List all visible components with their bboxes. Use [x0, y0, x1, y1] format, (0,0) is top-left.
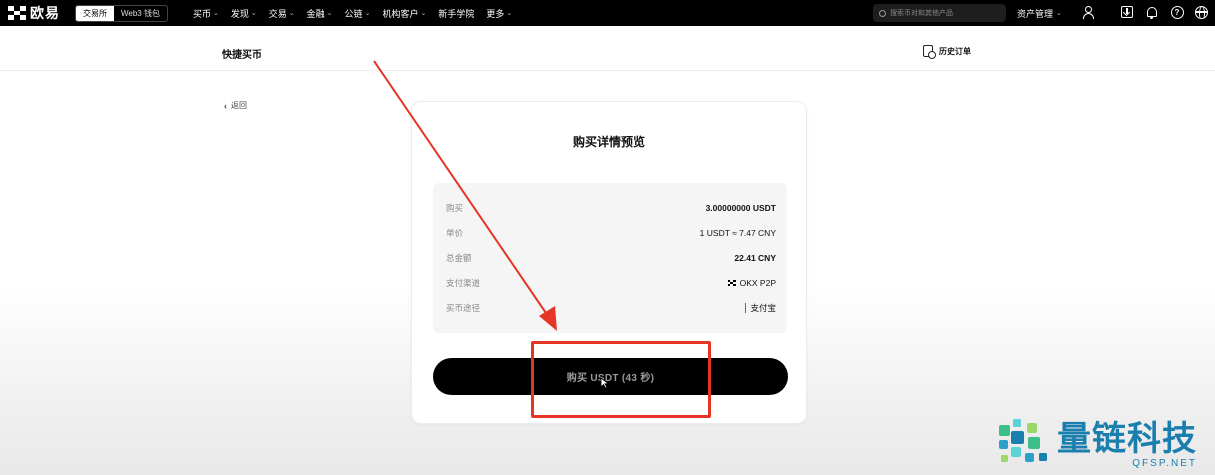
watermark-cn: 量链科技 [1057, 419, 1197, 458]
annotation-highlight-box [531, 341, 711, 418]
watermark-logo-icon [999, 419, 1047, 462]
watermark-text: 量链科技 QFSP.NET [1057, 420, 1197, 469]
watermark-en: QFSP.NET [1132, 457, 1197, 469]
mouse-cursor-icon [600, 377, 610, 389]
watermark: 量链科技 QFSP.NET [993, 413, 1215, 475]
